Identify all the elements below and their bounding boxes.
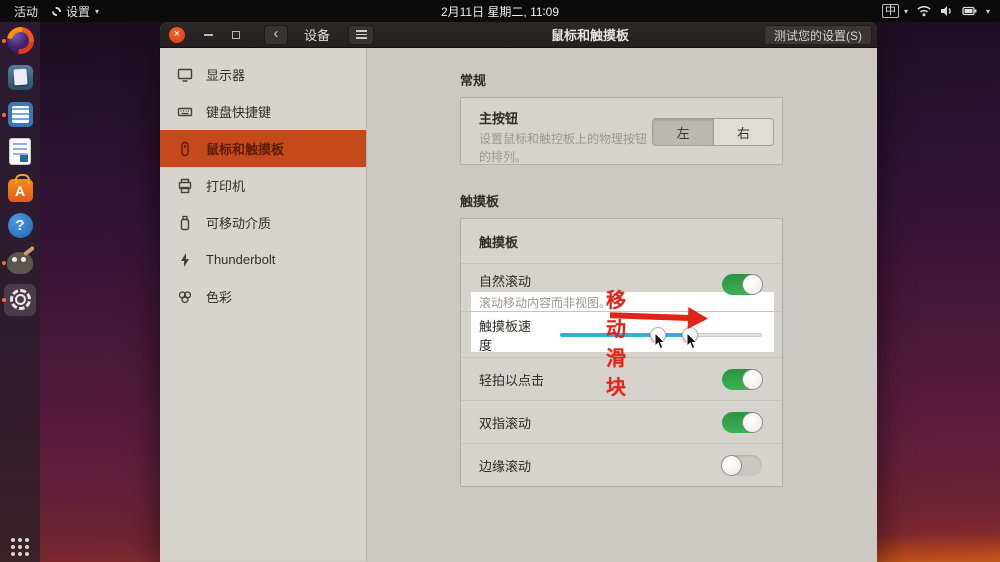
running-indicator <box>2 260 6 265</box>
sidebar-item-removable-media[interactable]: 可移动介质 <box>160 204 366 241</box>
toggle-knob <box>742 411 763 433</box>
sidebar-item-keyboard-shortcuts[interactable]: 键盘快捷键 <box>160 93 366 130</box>
text-editor-icon <box>7 102 33 127</box>
natural-scrolling-title: 自然滚动 <box>479 274 532 289</box>
show-applications-button[interactable] <box>11 538 29 556</box>
dock-item-settings[interactable] <box>0 281 40 318</box>
help-icon: ? <box>7 213 33 238</box>
tap-to-click-toggle[interactable] <box>722 368 763 390</box>
sidebar-item-displays[interactable]: 显示器 <box>160 56 366 93</box>
files-icon <box>7 65 33 90</box>
gimp-icon <box>7 251 33 274</box>
chevron-down-icon: ▾ <box>903 6 908 16</box>
edge-scrolling-row: 边缘滚动 <box>461 443 782 486</box>
top-bar: 活动 设置 ▾ 2月11日 星期二, 11∶09 中 ▾ ▾ <box>0 0 1000 22</box>
color-icon <box>178 290 192 303</box>
running-indicator <box>2 38 6 43</box>
natural-scrolling-subtitle: 滚动移动内容而非视图。 <box>479 296 612 310</box>
network-icon[interactable] <box>917 5 931 17</box>
firefox-icon <box>6 27 34 54</box>
edge-scrolling-toggle[interactable] <box>721 454 762 476</box>
running-indicator <box>2 112 6 117</box>
thunderbolt-icon <box>181 252 189 267</box>
sidebar-item-label: 可移动介质 <box>206 216 272 231</box>
settings-gear-icon <box>9 289 31 310</box>
dock: A ? <box>0 22 40 562</box>
mouse-cursor-icon <box>686 332 699 349</box>
sidebar-item-label: 色彩 <box>206 290 233 305</box>
titlebar: × ‹ 设备 鼠标和触摸板 测试您的设置(S) <box>160 22 877 48</box>
battery-icon[interactable] <box>962 6 977 16</box>
sidebar-item-label: 鼠标和触摸板 <box>206 142 285 157</box>
breadcrumb: 设备 <box>304 28 331 43</box>
keyboard-icon <box>177 107 193 116</box>
sidebar-item-label: 键盘快捷键 <box>206 105 272 120</box>
system-menu-chevron-icon[interactable]: ▾ <box>986 7 990 16</box>
sidebar-item-label: Thunderbolt <box>206 252 276 267</box>
mouse-icon <box>181 141 189 156</box>
input-method-menu[interactable]: 中 ▾ <box>881 4 908 18</box>
close-button[interactable]: × <box>169 26 185 43</box>
dock-item-text-editor[interactable] <box>0 96 40 133</box>
sidebar-item-mouse-touchpad[interactable]: 鼠标和触摸板 <box>160 130 366 167</box>
primary-button-card: 主按钮 设置鼠标和触控板上的物理按钮的排列。 左 右 <box>460 97 783 165</box>
sidebar-item-thunderbolt[interactable]: Thunderbolt <box>160 241 366 278</box>
primary-button-subtitle: 设置鼠标和触控板上的物理按钮的排列。 <box>479 132 648 164</box>
minimize-button[interactable] <box>198 33 218 36</box>
input-method-label: 中 <box>881 4 899 18</box>
natural-scrolling-toggle[interactable] <box>722 274 763 295</box>
touchpad-speed-slider[interactable] <box>560 326 762 349</box>
sidebar-item-color[interactable]: 色彩 <box>160 278 366 315</box>
two-finger-scrolling-title: 双指滚动 <box>479 415 532 431</box>
test-settings-button[interactable]: 测试您的设置(S) <box>764 25 872 45</box>
hamburger-menu-button[interactable] <box>348 24 375 45</box>
toggle-knob <box>742 368 763 390</box>
sidebar-item-label: 打印机 <box>206 179 246 194</box>
touchpad-speed-label: 触摸板速度 <box>479 318 532 353</box>
sidebar-item-label: 显示器 <box>206 68 246 83</box>
dock-item-libreoffice-writer[interactable] <box>0 133 40 170</box>
annotation-label: 移动滑块 <box>606 290 627 399</box>
two-finger-scrolling-toggle[interactable] <box>722 411 763 433</box>
section-title-touchpad: 触摸板 <box>460 194 500 209</box>
toggle-knob <box>721 454 742 476</box>
running-indicator <box>2 297 6 302</box>
sidebar: 显示器 键盘快捷键 鼠标和触摸板 打印机 可移动介质 Thunderbolt 色… <box>160 48 367 561</box>
volume-icon[interactable] <box>940 5 953 17</box>
primary-button-segmented-control: 左 右 <box>652 118 774 146</box>
dock-item-gimp[interactable] <box>0 244 40 281</box>
clock[interactable]: 2月11日 星期二, 11∶09 <box>0 3 1000 20</box>
sidebar-item-printers[interactable]: 打印机 <box>160 167 366 204</box>
annotation-arrow-icon <box>609 304 711 330</box>
toggle-knob <box>742 274 763 295</box>
ubuntu-software-icon: A <box>7 174 33 202</box>
touchpad-header-row: 触摸板 <box>461 219 782 263</box>
dock-item-help[interactable]: ? <box>0 207 40 244</box>
primary-button-title: 主按钮 <box>479 111 519 126</box>
settings-window: × ‹ 设备 鼠标和触摸板 测试您的设置(S) 显示器 键盘快捷键 鼠标和触摸板… <box>160 22 877 562</box>
mouse-cursor-icon <box>654 332 666 349</box>
back-button[interactable]: ‹ <box>264 24 288 45</box>
tap-to-click-title: 轻拍以点击 <box>479 372 545 388</box>
page-title: 鼠标和触摸板 <box>550 28 629 43</box>
removable-media-icon <box>180 215 190 230</box>
display-icon <box>177 68 193 82</box>
printer-icon <box>178 178 192 193</box>
edge-scrolling-title: 边缘滚动 <box>479 458 532 474</box>
primary-button-right-option[interactable]: 右 <box>713 119 773 145</box>
dock-item-files[interactable] <box>0 59 40 96</box>
dock-item-firefox[interactable] <box>0 22 40 59</box>
maximize-button[interactable] <box>226 30 246 39</box>
section-title-general: 常规 <box>460 73 487 88</box>
dock-item-ubuntu-software[interactable]: A <box>0 170 40 207</box>
two-finger-scrolling-row: 双指滚动 <box>461 400 782 443</box>
primary-button-left-option[interactable]: 左 <box>653 119 713 145</box>
libreoffice-writer-icon <box>9 138 31 165</box>
touchpad-header-label: 触摸板 <box>479 234 519 250</box>
